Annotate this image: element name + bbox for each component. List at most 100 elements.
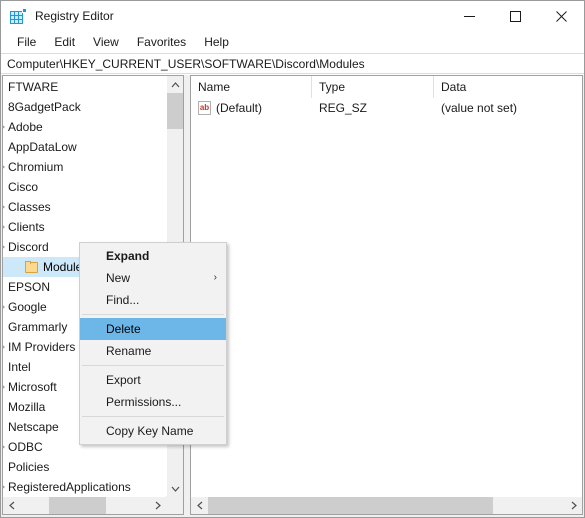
- tree-expander-icon[interactable]: [3, 117, 8, 137]
- values-scroll-right-icon[interactable]: [565, 497, 582, 514]
- address-bar[interactable]: Computer\HKEY_CURRENT_USER\SOFTWARE\Disc…: [1, 53, 584, 74]
- tree-expander-placeholder: [3, 457, 8, 477]
- string-value-icon: ab: [198, 101, 211, 115]
- tree-item[interactable]: Adobe: [3, 117, 166, 137]
- context-menu-item[interactable]: Rename: [80, 340, 226, 362]
- folder-icon: [25, 261, 39, 273]
- values-list[interactable]: ab (Default) REG_SZ (value not set): [191, 98, 582, 496]
- tree-expander-icon[interactable]: [3, 377, 8, 397]
- tree-expander-icon[interactable]: [3, 237, 8, 257]
- values-row[interactable]: ab (Default) REG_SZ (value not set): [191, 98, 582, 118]
- tree-expander-placeholder: [3, 277, 8, 297]
- window-controls: [446, 1, 584, 31]
- values-column-header: Name Type Data: [191, 76, 582, 98]
- title-bar: Registry Editor: [1, 1, 584, 31]
- tree-item-label: Adobe: [8, 120, 43, 134]
- context-menu-item[interactable]: New ›: [80, 267, 226, 289]
- tree-expander-icon[interactable]: [3, 477, 8, 497]
- context-menu-item-label: Delete: [106, 322, 141, 336]
- registry-path: Computer\HKEY_CURRENT_USER\SOFTWARE\Disc…: [7, 56, 365, 71]
- tree-expander-placeholder: [3, 357, 8, 377]
- tree-scroll-down-icon[interactable]: [167, 480, 183, 497]
- menu-bar: File Edit View Favorites Help: [1, 31, 584, 53]
- value-name: (Default): [216, 101, 263, 115]
- tree-horizontal-scroll-thumb[interactable]: [49, 497, 106, 514]
- tree-expander-icon[interactable]: [3, 337, 8, 357]
- tree-expander-icon[interactable]: [3, 157, 8, 177]
- tree-vertical-scroll-thumb[interactable]: [167, 93, 183, 129]
- context-menu-item-label: Rename: [106, 344, 152, 358]
- tree-scroll-up-icon[interactable]: [167, 76, 183, 93]
- tree-item-label: Netscape: [8, 420, 59, 434]
- tree-scroll-right-icon[interactable]: [149, 497, 166, 514]
- close-icon: [555, 10, 567, 22]
- close-button[interactable]: [538, 1, 584, 31]
- tree-expander-icon[interactable]: [3, 297, 8, 317]
- tree-scroll-left-icon[interactable]: [3, 497, 20, 514]
- values-pane: Name Type Data ab (Default) REG_SZ (value n…: [190, 75, 583, 515]
- context-menu-item[interactable]: Export: [80, 369, 226, 391]
- menu-view[interactable]: View: [84, 33, 128, 51]
- tree-item[interactable]: Cisco: [3, 177, 166, 197]
- menu-edit[interactable]: Edit: [45, 33, 84, 51]
- tree-item-label: Clients: [8, 220, 45, 234]
- values-horizontal-scrollbar[interactable]: [191, 496, 582, 514]
- registry-grid-icon: [10, 8, 27, 24]
- maximize-button[interactable]: [492, 1, 538, 31]
- tree-item-label: AppDataLow: [8, 140, 77, 154]
- tree-item-label: Cisco: [8, 180, 39, 194]
- tree-item[interactable]: Policies: [3, 457, 166, 477]
- tree-item[interactable]: Clients: [3, 217, 166, 237]
- tree-item[interactable]: 8GadgetPack: [3, 97, 166, 117]
- tree-expander-placeholder: [16, 257, 25, 277]
- context-menu-separator: [82, 416, 224, 417]
- values-horizontal-scroll-thumb[interactable]: [208, 497, 493, 514]
- tree-item[interactable]: FTWARE: [3, 77, 166, 97]
- menu-help[interactable]: Help: [195, 33, 238, 51]
- tree-item[interactable]: Chromium: [3, 157, 166, 177]
- context-menu-item[interactable]: Copy Key Name: [80, 420, 226, 442]
- menu-favorites[interactable]: Favorites: [128, 33, 195, 51]
- context-menu-item-label: Export: [106, 373, 141, 387]
- context-menu-item[interactable]: Delete: [80, 318, 226, 340]
- context-menu-item-label: Copy Key Name: [106, 424, 194, 438]
- context-menu-item[interactable]: Expand: [80, 245, 226, 267]
- context-menu-separator: [82, 365, 224, 366]
- tree-item-label: Chromium: [8, 160, 64, 174]
- tree-expander-icon[interactable]: [3, 437, 8, 457]
- tree-expander-icon[interactable]: [3, 217, 8, 237]
- column-header-type[interactable]: Type: [312, 76, 434, 98]
- context-menu-item[interactable]: Find...: [80, 289, 226, 311]
- tree-expander-placeholder: [3, 137, 8, 157]
- tree-item-label: FTWARE: [8, 80, 59, 94]
- values-scroll-left-icon[interactable]: [191, 497, 208, 514]
- value-data: (value not set): [441, 101, 518, 115]
- context-menu-item-label: Expand: [106, 249, 150, 263]
- tree-item-label: Grammarly: [8, 320, 68, 334]
- tree-expander-icon[interactable]: [3, 197, 8, 217]
- minimize-button[interactable]: [446, 1, 492, 31]
- tree-item-label: EPSON: [8, 280, 51, 294]
- column-header-name[interactable]: Name: [191, 76, 312, 98]
- tree-item-label: ODBC: [8, 440, 43, 454]
- key-context-menu: Expand New › Find... Delete Rename Export Permi…: [79, 242, 227, 445]
- tree-item-label: 8GadgetPack: [8, 100, 81, 114]
- tree-item[interactable]: Classes: [3, 197, 166, 217]
- tree-item-label: RegisteredApplications: [8, 480, 131, 494]
- tree-expander-placeholder: [3, 97, 8, 117]
- context-menu-item[interactable]: Permissions...: [80, 391, 226, 413]
- submenu-chevron-right-icon: ›: [213, 272, 217, 283]
- tree-item-label: Policies: [8, 460, 50, 474]
- registry-editor-window: Registry Editor File Edit View Favorites…: [0, 0, 585, 518]
- window-title: Registry Editor: [35, 9, 114, 23]
- context-menu-item-label: Permissions...: [106, 395, 182, 409]
- tree-item-label: Discord: [8, 240, 49, 254]
- menu-file[interactable]: File: [8, 33, 45, 51]
- tree-item[interactable]: RegisteredApplications: [3, 477, 166, 497]
- column-header-data[interactable]: Data: [434, 76, 582, 98]
- tree-horizontal-scrollbar[interactable]: [3, 496, 166, 514]
- context-menu-separator: [82, 314, 224, 315]
- tree-item[interactable]: AppDataLow: [3, 137, 166, 157]
- tree-item-label: IM Providers: [8, 340, 76, 354]
- tree-item-label: Mozilla: [8, 400, 46, 414]
